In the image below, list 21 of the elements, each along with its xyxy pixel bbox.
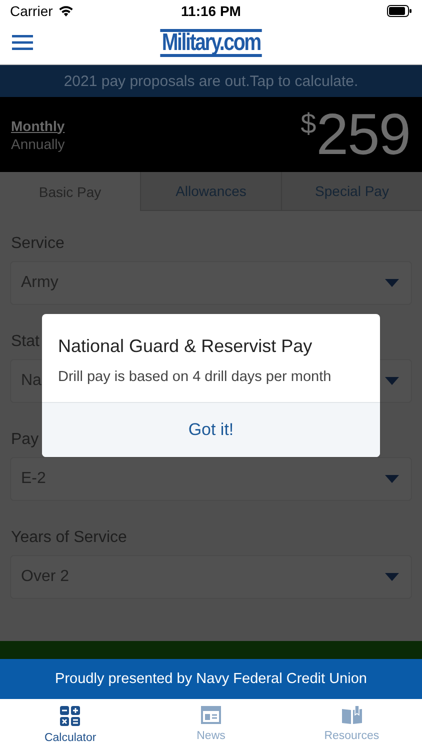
period-option[interactable]: Annually — [11, 136, 65, 152]
carrier-name: Carrier — [10, 3, 53, 19]
calculator-icon — [60, 706, 80, 726]
wifi-icon — [58, 5, 74, 17]
caret-icon — [385, 279, 399, 287]
dialog-message: Drill pay is based on 4 drill days per month — [57, 368, 332, 387]
caret-icon — [385, 475, 399, 483]
pay-amount: 259 — [316, 104, 410, 166]
caret-icon — [385, 573, 399, 581]
newspaper-icon — [201, 706, 221, 724]
period-option[interactable]: Monthly — [11, 118, 65, 134]
clock-time: 11:16 PM — [181, 3, 241, 19]
battery-icon — [387, 5, 412, 17]
got-it-button[interactable]: Got it! — [42, 402, 380, 457]
currency-symbol: $ — [300, 108, 316, 140]
dialog-title: National Guard & Reservist Pay — [57, 335, 314, 357]
menu-icon[interactable] — [12, 35, 33, 50]
sponsor-text: Proudly presented by Navy Federal Credit Union — [55, 671, 367, 687]
site-logo[interactable]: Military.com — [160, 29, 262, 57]
book-icon — [340, 706, 363, 724]
caret-icon — [385, 377, 399, 385]
